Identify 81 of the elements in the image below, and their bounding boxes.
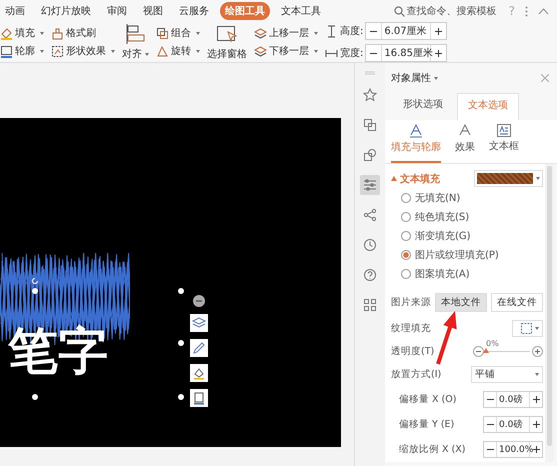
height-icon [325,24,338,38]
letter-icon [459,124,471,138]
fill-radio[interactable]: 无填充(N) [401,191,545,205]
collapse-icon[interactable] [193,295,205,307]
ribbon-button[interactable]: 对齐 [122,23,149,61]
outline-icon[interactable] [190,389,208,407]
minus-icon [486,446,494,453]
field-label: 缩放比例 X (X) [398,443,466,456]
paint-bucket-icon [0,26,13,40]
field-label: 透明度(T) [391,345,434,358]
resize-handle[interactable] [178,288,184,294]
minus-icon [486,421,494,428]
plus-icon [535,349,540,354]
field-label: 偏移量 Y (E) [398,418,454,431]
ribbon-button[interactable]: 选择窗格 [207,23,247,61]
placement-dropdown[interactable]: 平铺 [471,366,543,383]
rotate-handle-icon[interactable] [31,277,39,285]
ribbon-button[interactable]: 下移一层 [254,44,318,58]
plus-icon [532,396,540,403]
paint-bucket-icon[interactable] [190,364,208,382]
settings-icon[interactable] [360,175,380,195]
scrollbar[interactable] [547,166,552,446]
slide-text: 笔字 [8,326,108,376]
menu-tab[interactable]: 审阅 [102,2,132,20]
slider-reading: 0% [486,339,499,348]
align-icon [124,23,146,45]
size-label: 高度: [340,24,364,38]
menu-tab[interactable]: 视图 [138,2,168,20]
plus-icon [435,50,442,56]
increase-button[interactable] [532,346,543,357]
letter-outline-icon [410,124,422,138]
plus-icon [532,446,540,453]
menu-tab[interactable]: 云服务 [174,2,214,20]
search-icon [394,6,405,16]
size-label: 宽度: [340,46,364,60]
resize-handle[interactable] [178,394,184,400]
file-button[interactable]: 本地文件 [435,293,487,312]
field-label: 偏移量 X (O) [398,393,456,406]
field-label: 纹理填充 [391,322,431,335]
minus-icon [486,396,494,403]
resize-handle[interactable] [178,340,184,346]
decrease-button[interactable] [473,346,484,357]
ribbon-button[interactable]: 格式刷 [51,26,115,40]
shape-effect-icon [51,44,64,58]
ribbon-button[interactable]: 旋转 [156,44,200,58]
menu-tab[interactable]: 文本工具 [276,2,326,20]
ribbon-button[interactable]: 上移一层 [254,26,318,40]
field-label: 放置方式(I) [391,368,442,381]
fill-radio[interactable]: 渐变填充(G) [401,229,545,243]
minus-icon [476,349,481,354]
menu-tab[interactable]: 动画 [0,2,30,20]
ribbon-button[interactable]: 轮廓 [0,44,44,58]
ribbon-button[interactable]: 组合 [156,26,200,40]
texture-dropdown[interactable] [474,170,543,187]
menu-tab[interactable]: 幻灯片放映 [36,2,96,20]
file-button[interactable]: 在线文件 [491,293,543,312]
fill-radio[interactable]: 图片或纹理填充(P) [401,248,545,262]
outline-icon [0,44,13,58]
layers-icon [254,44,267,58]
search-field[interactable]: 查找命令、搜索模板 [394,6,499,16]
subtab[interactable]: 文本框 [489,124,519,163]
resize-handle[interactable] [32,394,38,400]
fill-radio[interactable]: 图案填充(A) [401,267,545,281]
texture-dropdown[interactable] [512,320,543,337]
pen-icon[interactable] [190,339,208,357]
panel-tab[interactable]: 形状选项 [393,93,453,120]
layers-icon [254,26,267,40]
texture-icon [521,323,532,334]
group-icon [156,26,169,40]
text-box-icon [497,124,511,137]
panel-title[interactable]: 对象属性 [391,71,438,85]
rotate-icon [156,44,169,58]
field-label: 图片来源 [391,296,431,309]
ribbon-button[interactable]: 填充 [0,26,44,40]
ribbon-button[interactable]: 形状效果 [51,44,115,58]
subtab[interactable]: 效果 [455,124,475,163]
fill-radio[interactable]: 纯色填充(S) [401,210,545,224]
more-icon[interactable] [525,6,528,16]
plus-icon [532,421,540,428]
layers-icon[interactable] [190,314,208,332]
plus-icon [435,28,442,34]
